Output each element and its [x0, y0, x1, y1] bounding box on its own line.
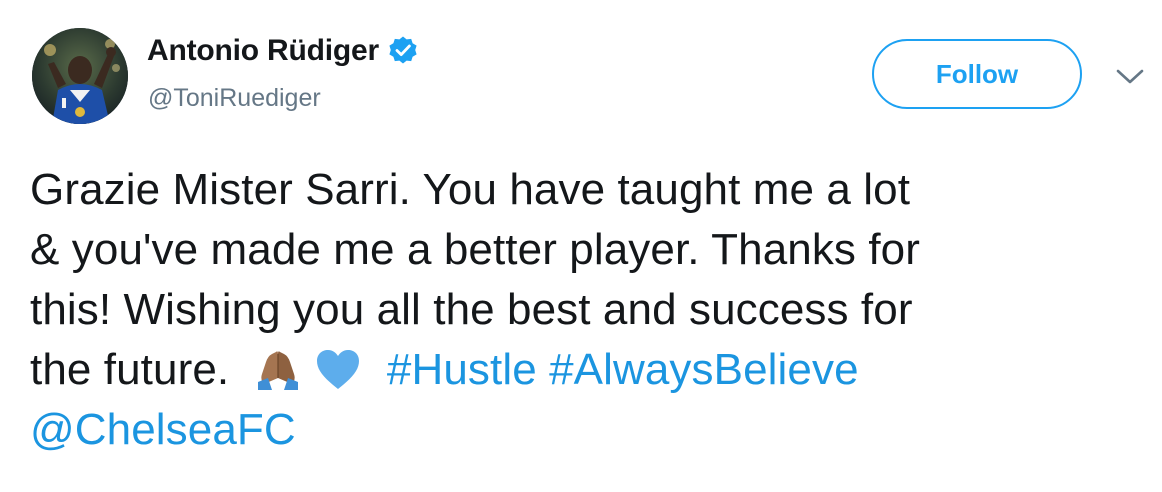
user-name-row[interactable]: Antonio Rüdiger: [147, 34, 419, 68]
mention-link[interactable]: @ChelseaFC: [30, 405, 296, 454]
hashtag-link[interactable]: #AlwaysBelieve: [549, 345, 859, 394]
tweet-line: Grazie Mister Sarri. You have taught me …: [30, 165, 911, 214]
hashtag-link[interactable]: #Hustle: [387, 345, 537, 394]
tweet-card: Antonio Rüdiger @ToniRuediger Follow Gra…: [0, 0, 1162, 492]
tweet-line-4: the future. #Hustle #AlwaysBelieve: [30, 340, 1155, 400]
folded-hands-icon: [254, 348, 302, 392]
verified-badge-icon: [387, 35, 419, 67]
tweet-line: & you've made me a better player. Thanks…: [30, 225, 921, 274]
tweet-text: Grazie Mister Sarri. You have taught me …: [30, 160, 1155, 460]
avatar[interactable]: [32, 28, 128, 124]
tweet-text-fragment: the future.: [30, 345, 230, 394]
chevron-down-icon[interactable]: [1112, 64, 1148, 90]
avatar-image: [32, 28, 128, 124]
tweet-line: this! Wishing you all the best and succe…: [30, 285, 913, 334]
blue-heart-icon: [314, 348, 362, 392]
display-name[interactable]: Antonio Rüdiger: [147, 34, 379, 68]
follow-button[interactable]: Follow: [872, 39, 1082, 109]
tweet-line-5: @ChelseaFC: [30, 400, 1155, 460]
user-handle[interactable]: @ToniRuediger: [148, 84, 321, 113]
